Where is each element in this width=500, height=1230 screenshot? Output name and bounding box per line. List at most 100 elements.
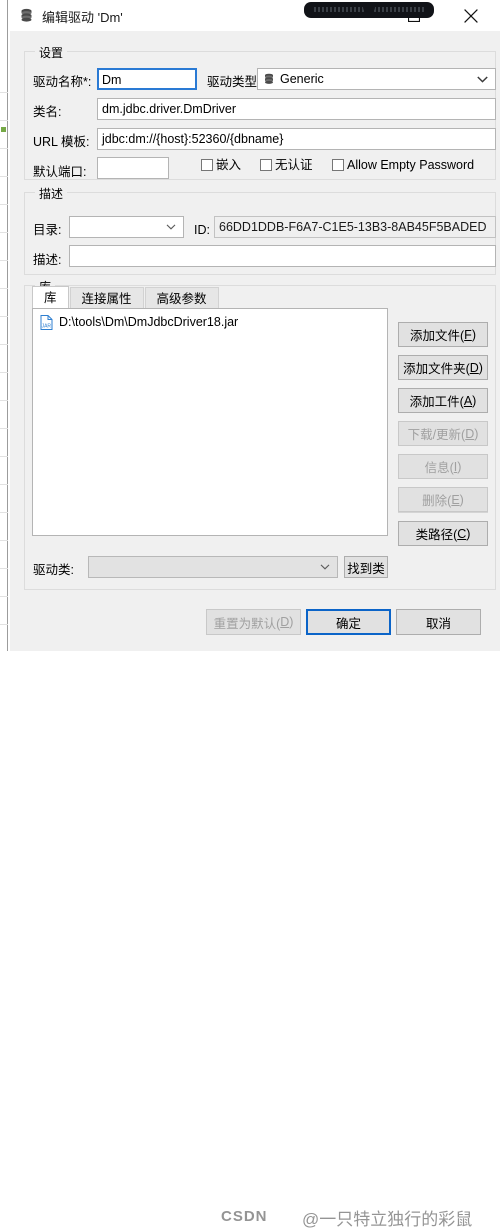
- url-template-label: URL 模板:: [33, 135, 90, 149]
- driver-name-input[interactable]: Dm: [97, 68, 197, 90]
- class-name-label: 类名:: [33, 105, 62, 119]
- info-label: 信息(: [424, 461, 454, 475]
- checkbox-box: [201, 159, 213, 171]
- reset-to-default-button: 重置为默认(D): [206, 609, 301, 635]
- chevron-down-icon: [320, 557, 330, 577]
- tab-advanced-parameters[interactable]: 高级参数: [144, 287, 219, 309]
- chevron-down-icon: [477, 69, 488, 89]
- delete-label: 删除(: [422, 494, 452, 508]
- driver-name-label: 驱动名称*:: [33, 75, 92, 89]
- background-row-line: [0, 512, 8, 513]
- background-row-line: [0, 456, 8, 457]
- info-mnemonic: I: [453, 459, 458, 474]
- checkbox-allow-empty-password[interactable]: Allow Empty Password: [332, 158, 474, 172]
- info-button: 信息(I): [398, 454, 488, 479]
- list-item-label: D:\tools\Dm\DmJdbcDriver18.jar: [59, 315, 239, 329]
- default-port-input[interactable]: [97, 157, 169, 179]
- edit-driver-dialog: 编辑驱动 'Dm' 设置 驱动名称*: Dm 驱动类型: Generic 类名:…: [9, 0, 500, 1229]
- add-file-label: 添加文件(: [410, 329, 465, 343]
- background-row-line: [0, 540, 8, 541]
- background-row-line: [0, 596, 8, 597]
- download-update-label: 下载/更新(: [407, 428, 466, 442]
- database-icon: [263, 73, 275, 85]
- add-file-mnemonic: F: [464, 327, 472, 342]
- description-label: 描述:: [33, 253, 62, 267]
- add-folder-label: 添加文件夹(: [403, 362, 470, 376]
- classpath-label: 类路径(: [415, 528, 458, 542]
- background-row-line: [0, 92, 8, 93]
- watermark-site: CSDN: [221, 1208, 268, 1225]
- id-value-field: 66DD1DDB-F6A7-C1E5-13B3-8AB45F5BADED: [214, 216, 496, 238]
- background-row-line: [0, 372, 8, 373]
- checkbox-box: [260, 159, 272, 171]
- driver-type-label: 驱动类型:: [207, 75, 261, 89]
- list-item[interactable]: JAR D:\tools\Dm\DmJdbcDriver18.jar: [33, 312, 387, 332]
- button-separator: [398, 512, 488, 513]
- camera-notch-overlay: [304, 2, 434, 18]
- url-template-input[interactable]: jdbc:dm://{host}:52360/{dbname}: [97, 128, 496, 150]
- chevron-down-icon: [166, 217, 176, 237]
- driver-class-combo[interactable]: [88, 556, 338, 578]
- add-artifact-mnemonic: A: [463, 393, 473, 408]
- category-label: 目录:: [33, 223, 62, 237]
- ok-button[interactable]: 确定: [306, 609, 391, 635]
- background-row-line: [0, 148, 8, 149]
- checkbox-box: [332, 159, 344, 171]
- svg-text:JAR: JAR: [42, 323, 52, 329]
- classpath-button[interactable]: 类路径(C): [398, 521, 488, 546]
- delete-mnemonic: E: [451, 492, 460, 507]
- add-artifact-button[interactable]: 添加工件(A): [398, 388, 488, 413]
- watermark-handle: @一只特立独行的彩鼠: [302, 1210, 473, 1229]
- background-row-line: [0, 316, 8, 317]
- checkbox-embedded-label: 嵌入: [216, 158, 242, 172]
- background-status-dot: [1, 127, 6, 132]
- background-window-sliver: [0, 0, 8, 651]
- background-row-line: [0, 176, 8, 177]
- database-icon: [19, 8, 34, 23]
- add-artifact-label: 添加工件(: [409, 395, 464, 409]
- background-row-line: [0, 344, 8, 345]
- dialog-titlebar[interactable]: 编辑驱动 'Dm': [10, 0, 500, 31]
- reset-label: 重置为默认(: [213, 616, 281, 631]
- checkbox-no-auth-label: 无认证: [275, 158, 313, 172]
- jar-file-icon: JAR: [40, 314, 53, 330]
- driver-class-label: 驱动类:: [33, 563, 74, 577]
- description-group-legend: 描述: [35, 185, 68, 202]
- background-row-line: [0, 624, 8, 625]
- reset-mnemonic: D: [280, 615, 290, 629]
- description-input[interactable]: [69, 245, 496, 267]
- background-row-line: [0, 232, 8, 233]
- add-folder-button[interactable]: 添加文件夹(D): [398, 355, 488, 380]
- tab-library[interactable]: 库: [32, 286, 69, 309]
- library-file-list[interactable]: JAR D:\tools\Dm\DmJdbcDriver18.jar: [32, 308, 388, 536]
- close-icon: [463, 8, 478, 23]
- id-label: ID:: [194, 223, 210, 237]
- driver-type-value: Generic: [280, 72, 324, 86]
- background-row-line: [0, 288, 8, 289]
- category-combo[interactable]: [69, 216, 184, 238]
- cancel-button[interactable]: 取消: [396, 609, 481, 635]
- add-file-button[interactable]: 添加文件(F): [398, 322, 488, 347]
- default-port-label: 默认端口:: [33, 165, 87, 179]
- library-tabs: 库 连接属性 高级参数: [32, 286, 488, 309]
- background-row-line: [0, 428, 8, 429]
- class-name-input[interactable]: dm.jdbc.driver.DmDriver: [97, 98, 496, 120]
- download-update-mnemonic: D: [465, 426, 475, 441]
- driver-type-combo[interactable]: Generic: [257, 68, 496, 90]
- background-row-line: [0, 204, 8, 205]
- background-row-line: [0, 260, 8, 261]
- checkbox-embedded[interactable]: 嵌入: [201, 158, 241, 172]
- background-row-line: [0, 484, 8, 485]
- background-row-line: [0, 120, 8, 121]
- background-row-line: [0, 400, 8, 401]
- settings-group-legend: 设置: [35, 44, 68, 61]
- dialog-title: 编辑驱动 'Dm': [42, 10, 123, 25]
- classpath-mnemonic: C: [457, 526, 467, 541]
- add-folder-mnemonic: D: [469, 360, 479, 375]
- checkbox-no-auth[interactable]: 无认证: [260, 158, 313, 172]
- delete-button: 删除(E): [398, 487, 488, 512]
- tab-connection-properties[interactable]: 连接属性: [69, 287, 144, 309]
- dialog-button-bar: 重置为默认(D) 确定 取消: [10, 598, 500, 651]
- find-class-button[interactable]: 找到类: [344, 556, 388, 578]
- close-button[interactable]: [448, 0, 493, 31]
